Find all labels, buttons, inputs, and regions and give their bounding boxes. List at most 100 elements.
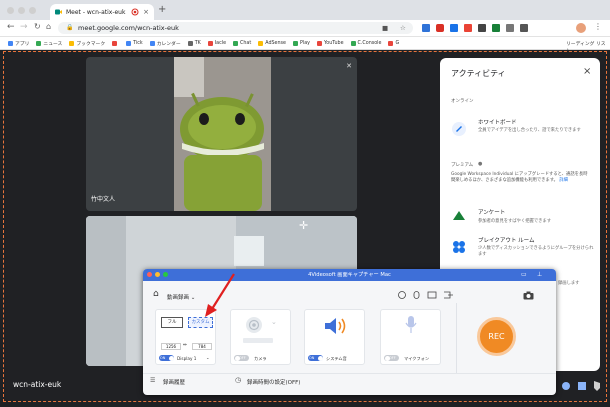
- bookmark-label: Chat: [240, 40, 252, 46]
- bookmark-label: AdSense: [265, 40, 286, 46]
- lock-icon: 🔒: [66, 24, 74, 31]
- recording-indicator-icon: [131, 8, 139, 16]
- clock-icon: ◷: [235, 376, 242, 384]
- history-button[interactable]: 録画履歴: [163, 378, 185, 386]
- back-icon[interactable]: ←: [7, 22, 15, 32]
- forward-icon[interactable]: →: [20, 22, 28, 32]
- bookmark-item[interactable]: AdSense: [258, 40, 286, 46]
- schedule-button[interactable]: 録画時間の設定(OFF): [247, 378, 300, 386]
- recorder-title: 4Videosoft 画面キャプチャー Mac: [308, 272, 391, 278]
- bookmark-label: C.Console: [357, 40, 382, 46]
- whiteboard-title[interactable]: ホワイトボード: [478, 118, 517, 126]
- camera-label: カメラ: [254, 356, 267, 361]
- recorder-toolbar-icons[interactable]: [398, 290, 458, 300]
- link-ratio-icon[interactable]: ⇔: [183, 343, 187, 348]
- plush-toy-image: [174, 57, 271, 211]
- minimize-window-button[interactable]: [18, 7, 25, 14]
- display-chevron-icon: ⌄: [206, 355, 210, 360]
- breakout-title[interactable]: ブレイクアウト ルーム: [478, 236, 534, 244]
- bookmark-item[interactable]: YouTube: [317, 40, 344, 46]
- maximize-window-button[interactable]: [29, 7, 36, 14]
- home-icon[interactable]: ⌂: [46, 22, 51, 31]
- bookmark-item[interactable]: G: [388, 40, 400, 46]
- width-field[interactable]: 1256: [161, 343, 181, 350]
- chevron-down-icon: ⌄: [190, 295, 196, 301]
- bookmark-label: アプリ: [15, 41, 30, 47]
- full-screen-button[interactable]: フル: [161, 317, 183, 328]
- breakout-desc: 少人数でディスカッションできるようにグループを分けられます: [478, 246, 594, 257]
- recorder-menu-icon[interactable]: ▭: [521, 269, 527, 281]
- system-audio-label: システム音: [326, 356, 347, 361]
- bookmark-item[interactable]: ブックマーク: [69, 40, 105, 47]
- close-tab-icon[interactable]: ×: [143, 8, 149, 16]
- bookmark-favicon-icon: [126, 40, 132, 46]
- address-toolbar: ← → ↻ ⌂ 🔒 meet.google.com/wcn-atix-euk ■…: [0, 20, 610, 37]
- camera-settings-bar: [243, 338, 273, 343]
- recorder-home-icon[interactable]: ⌂: [153, 289, 159, 299]
- bookmark-item[interactable]: Play: [293, 40, 311, 46]
- height-field[interactable]: 784: [192, 343, 212, 350]
- bookmark-favicon-icon: [350, 40, 356, 46]
- whiteboard-icon: [452, 122, 466, 136]
- section-premium: プレミアム: [451, 163, 474, 168]
- bookmark-favicon-icon: [69, 40, 75, 46]
- participant-name: 竹中文人: [91, 196, 116, 203]
- bookmark-favicon-icon: [233, 40, 239, 46]
- bookmark-item[interactable]: TK: [187, 40, 201, 46]
- meet-right-controls[interactable]: [560, 380, 602, 392]
- bookmark-label: Play: [300, 40, 311, 46]
- bookmark-item[interactable]: Chat: [233, 40, 252, 46]
- survey-desc: 参加者の意見をすばやく把握できます: [478, 219, 552, 224]
- bookmark-item[interactable]: C.Console: [350, 40, 382, 46]
- recorder-maximize-button[interactable]: [163, 272, 168, 277]
- bookmark-label: カレンダー: [156, 41, 181, 47]
- profile-avatar[interactable]: [576, 23, 586, 33]
- system-audio-card: ON システム音: [304, 309, 365, 365]
- microphone-label: マイクフォン: [404, 356, 430, 361]
- display-select[interactable]: Display 1: [177, 356, 196, 361]
- bookmark-item[interactable]: Tick: [126, 40, 143, 46]
- new-tab-button[interactable]: +: [158, 4, 166, 15]
- reload-icon[interactable]: ↻: [34, 22, 41, 31]
- bookmark-item[interactable]: [112, 40, 119, 46]
- camera-permission-icon[interactable]: ■: [382, 22, 388, 34]
- camera-chevron-icon[interactable]: ⌄: [271, 318, 277, 326]
- menu-kebab-icon[interactable]: ⋮: [594, 22, 602, 31]
- screenshot-camera-icon[interactable]: [523, 291, 534, 300]
- bookmark-label: G: [395, 40, 400, 46]
- bookmark-label: TK: [194, 40, 201, 46]
- close-window-button[interactable]: [7, 7, 14, 14]
- bookmark-item[interactable]: アプリ: [8, 40, 29, 47]
- tab-title: Meet - wcn-atix-euk: [66, 8, 126, 16]
- survey-title[interactable]: アンケート: [478, 208, 505, 216]
- extension-icons[interactable]: [422, 23, 552, 34]
- bookmark-star-icon[interactable]: ☆: [400, 22, 406, 34]
- recorder-minimize-button[interactable]: [155, 272, 160, 277]
- premium-link[interactable]: 詳細: [559, 178, 568, 183]
- bookmark-favicon-icon: [317, 40, 323, 46]
- rec-button[interactable]: REC: [477, 317, 516, 356]
- bookmark-favicon-icon: [207, 40, 213, 46]
- speaker-icon: [325, 318, 346, 334]
- recorder-pin-icon[interactable]: ⊥: [537, 269, 542, 281]
- bookmark-label: ブックマーク: [76, 41, 106, 47]
- bookmark-label: ニュース: [43, 41, 63, 47]
- survey-icon: [453, 211, 465, 220]
- recorder-close-button[interactable]: [147, 272, 152, 277]
- annotation-arrow-icon: [205, 273, 235, 317]
- address-input[interactable]: 🔒 meet.google.com/wcn-atix-euk ■ ☆: [58, 22, 413, 34]
- close-panel-icon[interactable]: ×: [583, 66, 591, 77]
- bookmark-item[interactable]: ニュース: [36, 40, 62, 47]
- bookmark-item[interactable]: Iacle: [207, 40, 226, 46]
- bookmark-favicon-icon: [258, 40, 264, 46]
- history-icon: ☰: [150, 377, 156, 384]
- bookmark-favicon-icon: [8, 40, 13, 46]
- microphone-icon: [405, 316, 417, 333]
- recorder-mode-select[interactable]: 動画録画 ⌄: [167, 293, 195, 301]
- bookmark-item[interactable]: カレンダー: [149, 40, 181, 47]
- participant-tile[interactable]: 竹中文人 ✕: [86, 57, 357, 211]
- browser-tab[interactable]: Meet - wcn-atix-euk ×: [50, 4, 154, 20]
- breakout-rooms-icon: [453, 241, 465, 253]
- move-cursor-icon: ✛: [299, 219, 309, 232]
- url-text: meet.google.com/wcn-atix-euk: [78, 24, 179, 32]
